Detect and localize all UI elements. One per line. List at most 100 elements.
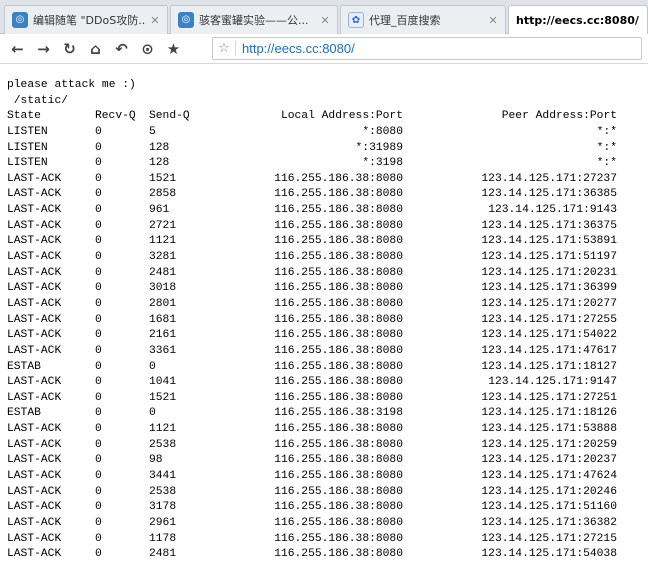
cell-local-address: 116.255.186.38:8080 bbox=[274, 360, 403, 373]
table-row: LAST-ACK 0 1521 116.255.186.38:8080 123.14.1… bbox=[7, 391, 647, 407]
static-link[interactable]: /static/ bbox=[7, 94, 647, 110]
history-icon[interactable]: ⊙ bbox=[136, 38, 159, 60]
cell-send-q: 2801 bbox=[149, 297, 177, 310]
tab-baidu-search[interactable]: ✿ 代理_百度搜索 ✕ bbox=[340, 5, 506, 34]
home-icon[interactable]: ⌂ bbox=[84, 38, 107, 60]
cell-recv-q: 0 bbox=[95, 360, 102, 373]
cell-send-q: 2538 bbox=[149, 438, 177, 451]
cell-peer-address: 123.14.125.171:20237 bbox=[481, 454, 617, 467]
cell-peer-address: 123.14.125.171:9147 bbox=[488, 376, 617, 389]
header-send-q: Send-Q bbox=[149, 110, 190, 123]
cell-state: LAST-ACK bbox=[7, 282, 62, 295]
cell-recv-q: 0 bbox=[95, 235, 102, 248]
circle-logo-icon: ◎ bbox=[178, 12, 194, 28]
cell-local-address: 116.255.186.38:8080 bbox=[274, 172, 403, 185]
cell-send-q: 2721 bbox=[149, 219, 177, 232]
cell-state: LAST-ACK bbox=[7, 251, 62, 264]
cell-peer-address: 123.14.125.171:51160 bbox=[481, 501, 617, 514]
cell-state: LAST-ACK bbox=[7, 470, 62, 483]
table-row: LAST-ACK 0 1521 116.255.186.38:8080 123.14.1… bbox=[7, 172, 647, 188]
cell-local-address: 116.255.186.38:8080 bbox=[274, 344, 403, 357]
tab-title: 骇客蜜罐实验——公... bbox=[199, 14, 309, 27]
close-icon[interactable]: ✕ bbox=[319, 14, 331, 27]
cell-recv-q: 0 bbox=[95, 251, 102, 264]
close-icon[interactable]: ✕ bbox=[149, 14, 161, 27]
cell-recv-q: 0 bbox=[95, 204, 102, 217]
cell-peer-address: 123.14.125.171:36382 bbox=[481, 516, 617, 529]
cell-state: LAST-ACK bbox=[7, 204, 62, 217]
bookmark-star-icon[interactable]: ☆ bbox=[213, 41, 235, 56]
cell-send-q: 1521 bbox=[149, 172, 177, 185]
cell-local-address: 116.255.186.38:8080 bbox=[274, 204, 403, 217]
table-row: LAST-ACK 0 2721 116.255.186.38:8080 123.14.1… bbox=[7, 219, 647, 235]
page-content: please attack me :) /static/ State Recv-… bbox=[7, 78, 647, 563]
cell-send-q: 1178 bbox=[149, 532, 177, 545]
socket-table: LISTEN 0 5 *:8080 *:* LISTEN 0 128 *:31989 *:* LIS… bbox=[7, 125, 647, 563]
cell-local-address: 116.255.186.38:8080 bbox=[274, 297, 403, 310]
table-row: LAST-ACK 0 1681 116.255.186.38:8080 123.14.1… bbox=[7, 313, 647, 329]
cell-recv-q: 0 bbox=[95, 376, 102, 389]
back-arrow-icon[interactable]: ← bbox=[6, 38, 29, 60]
cell-recv-q: 0 bbox=[95, 125, 102, 138]
undo-icon[interactable]: ↶ bbox=[110, 38, 133, 60]
cell-peer-address: 123.14.125.171:27251 bbox=[481, 391, 617, 404]
cell-local-address: 116.255.186.38:8080 bbox=[274, 516, 403, 529]
cell-state: LISTEN bbox=[7, 141, 48, 154]
cell-state: LAST-ACK bbox=[7, 313, 62, 326]
cell-peer-address: 123.14.125.171:47624 bbox=[481, 470, 617, 483]
cell-send-q: 0 bbox=[149, 407, 156, 420]
cell-recv-q: 0 bbox=[95, 329, 102, 342]
address-bar[interactable]: ☆ http://eecs.cc:8080/ bbox=[212, 37, 642, 60]
favorites-star-icon[interactable]: ★ bbox=[162, 38, 185, 60]
cell-local-address: 116.255.186.38:3198 bbox=[274, 407, 403, 420]
cell-state: LAST-ACK bbox=[7, 266, 62, 279]
cell-recv-q: 0 bbox=[95, 282, 102, 295]
cell-send-q: 2481 bbox=[149, 266, 177, 279]
cell-recv-q: 0 bbox=[95, 485, 102, 498]
cell-state: ESTAB bbox=[7, 360, 41, 373]
header-recv-q: Recv-Q bbox=[95, 110, 136, 123]
cell-recv-q: 0 bbox=[95, 266, 102, 279]
close-icon[interactable]: ✕ bbox=[487, 14, 499, 27]
table-row: LAST-ACK 0 3281 116.255.186.38:8080 123.14.1… bbox=[7, 250, 647, 266]
tab-eecs-active[interactable]: http://eecs.cc:8080/ bbox=[508, 5, 648, 35]
cell-local-address: 116.255.186.38:8080 bbox=[274, 438, 403, 451]
cell-state: ESTAB bbox=[7, 407, 41, 420]
forward-arrow-icon[interactable]: → bbox=[32, 38, 55, 60]
cell-state: LAST-ACK bbox=[7, 516, 62, 529]
cell-peer-address: 123.14.125.171:36399 bbox=[481, 282, 617, 295]
tab-honeypot[interactable]: ◎ 骇客蜜罐实验——公... ✕ bbox=[170, 5, 338, 34]
header-peer-address: Peer Address:Port bbox=[501, 110, 617, 123]
cell-state: LAST-ACK bbox=[7, 532, 62, 545]
cell-local-address: 116.255.186.38:8080 bbox=[274, 532, 403, 545]
cell-peer-address: *:* bbox=[596, 141, 617, 154]
address-url[interactable]: http://eecs.cc:8080/ bbox=[242, 41, 355, 56]
cell-recv-q: 0 bbox=[95, 407, 102, 420]
cell-local-address: *:3198 bbox=[362, 157, 403, 170]
cell-send-q: 128 bbox=[149, 141, 170, 154]
cell-state: LISTEN bbox=[7, 125, 48, 138]
reload-icon[interactable]: ↻ bbox=[58, 38, 81, 60]
table-row: LAST-ACK 0 1041 116.255.186.38:8080 123.14.1… bbox=[7, 375, 647, 391]
cell-peer-address: 123.14.125.171:27215 bbox=[481, 532, 617, 545]
cell-local-address: 116.255.186.38:8080 bbox=[274, 423, 403, 436]
cell-state: LAST-ACK bbox=[7, 329, 62, 342]
cell-recv-q: 0 bbox=[95, 297, 102, 310]
cell-state: LAST-ACK bbox=[7, 391, 62, 404]
cell-local-address: 116.255.186.38:8080 bbox=[274, 485, 403, 498]
cell-peer-address: 123.14.125.171:54038 bbox=[481, 548, 617, 561]
cell-peer-address: 123.14.125.171:36375 bbox=[481, 219, 617, 232]
tab-blog-editor[interactable]: ◎ 编辑随笔 "DDoS攻防... ✕ bbox=[4, 5, 168, 34]
cell-peer-address: *:* bbox=[596, 125, 617, 138]
table-row: LAST-ACK 0 2801 116.255.186.38:8080 123.14.1… bbox=[7, 297, 647, 313]
cell-recv-q: 0 bbox=[95, 423, 102, 436]
cell-send-q: 3018 bbox=[149, 282, 177, 295]
cell-state: LAST-ACK bbox=[7, 485, 62, 498]
cell-recv-q: 0 bbox=[95, 219, 102, 232]
cell-send-q: 2858 bbox=[149, 188, 177, 201]
cell-peer-address: 123.14.125.171:47617 bbox=[481, 344, 617, 357]
cell-send-q: 3281 bbox=[149, 251, 177, 264]
cell-send-q: 2161 bbox=[149, 329, 177, 342]
cell-local-address: 116.255.186.38:8080 bbox=[274, 329, 403, 342]
cell-state: LAST-ACK bbox=[7, 454, 62, 467]
